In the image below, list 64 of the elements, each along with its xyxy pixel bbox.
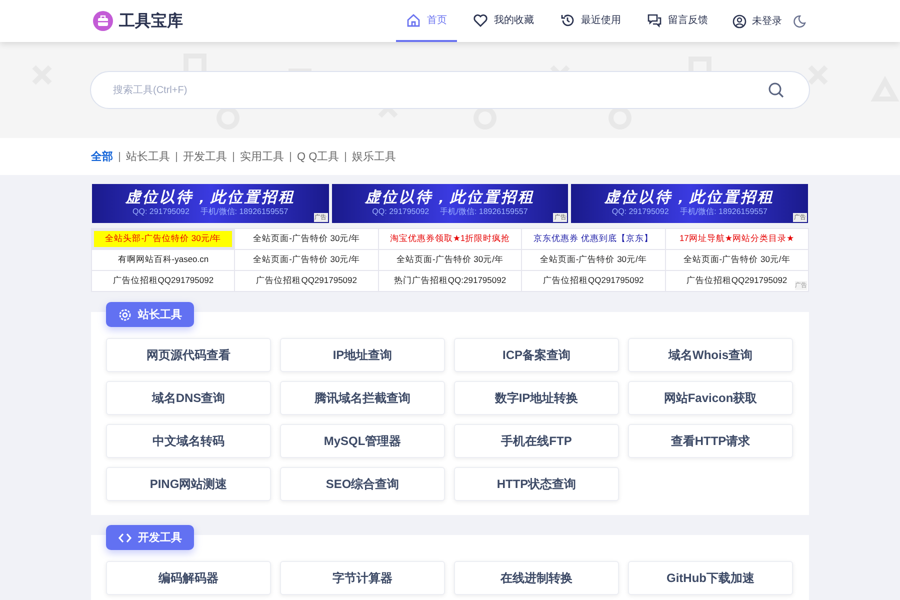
- tool-button[interactable]: 查看HTTP请求: [628, 424, 793, 458]
- tool-button[interactable]: 字节计算器: [280, 561, 445, 595]
- search-icon: [768, 82, 784, 98]
- tool-button[interactable]: IP地址查询: [280, 338, 445, 372]
- text-ad-link[interactable]: 京东优惠券 优惠到底【京东】: [534, 233, 654, 245]
- text-ad-link[interactable]: 全站页面-广告特价 30元/年: [396, 254, 504, 266]
- tool-button[interactable]: 编码解码器: [106, 561, 271, 595]
- user-icon: [732, 14, 747, 28]
- tool-button[interactable]: 域名Whois查询: [628, 338, 793, 372]
- tool-button[interactable]: 域名DNS查询: [106, 381, 271, 415]
- category-link[interactable]: 娱乐工具: [345, 152, 396, 162]
- tool-button[interactable]: 数字IP地址转换: [454, 381, 619, 415]
- tool-button[interactable]: 手机在线FTP: [454, 424, 619, 458]
- nav-tab[interactable]: 留言反馈: [637, 0, 718, 42]
- section-tag: 站长工具: [106, 302, 194, 327]
- text-ad-link[interactable]: 全站页面-广告特价 30元/年: [253, 254, 360, 266]
- text-ad-link[interactable]: 有啊网站百科-yaseo.cn: [118, 254, 209, 266]
- search-field[interactable]: 搜索工具(Ctrl+F): [90, 71, 810, 109]
- gear-icon: [118, 308, 132, 322]
- tool-button[interactable]: SEO综合查询: [280, 467, 445, 501]
- tool-button[interactable]: 网站Favicon获取: [628, 381, 793, 415]
- login-link[interactable]: 未登录: [732, 14, 782, 28]
- category-link[interactable]: 开发工具: [176, 152, 227, 162]
- moon-icon[interactable]: [792, 14, 807, 28]
- tool-button[interactable]: HTTP状态查询: [454, 467, 619, 501]
- tool-button[interactable]: 在线进制转换: [454, 561, 619, 595]
- category-link[interactable]: Q Q工具: [290, 152, 340, 162]
- section-tag: 开发工具: [106, 525, 194, 550]
- banner-headline: 虚位以待，此位置招租: [365, 189, 535, 206]
- text-ad-link[interactable]: 广告位招租QQ291795092: [256, 275, 357, 287]
- tool-button[interactable]: 网页源代码查看: [106, 338, 271, 372]
- home-icon: [406, 12, 421, 28]
- site-logo-text[interactable]: 工具宝库: [119, 10, 183, 32]
- text-ad-link[interactable]: 全站页面-广告特价 30元/年: [683, 254, 790, 266]
- nav-tab[interactable]: 最近使用: [550, 0, 631, 42]
- tool-button[interactable]: 腾讯域名拦截查询: [280, 381, 445, 415]
- banner-headline: 虚位以待，此位置招租: [604, 189, 775, 206]
- toolbox-icon: [93, 11, 113, 31]
- text-ad-link[interactable]: 全站页面-广告特价 30元/年: [540, 254, 647, 266]
- tool-button[interactable]: 中文域名转码: [106, 424, 271, 458]
- tool-button[interactable]: GitHub下载加速: [628, 561, 793, 595]
- tool-button[interactable]: ICP备案查询: [454, 338, 619, 372]
- text-ad-link[interactable]: 广告位招租QQ291795092: [112, 275, 214, 287]
- history-icon: [560, 12, 575, 28]
- banner-contact: QQ: 291795092 手机/微信: 18926159557: [612, 206, 768, 218]
- text-ad-link[interactable]: 广告位招租QQ291795092: [686, 275, 788, 287]
- heart-icon: [473, 12, 488, 28]
- text-ad-link[interactable]: 17网址导航★网站分类目录★: [679, 233, 794, 245]
- code-icon: [118, 530, 132, 544]
- tool-button[interactable]: PING网站测速: [106, 467, 271, 501]
- chat-icon: [647, 12, 662, 28]
- category-link[interactable]: 全部: [91, 149, 113, 164]
- text-ad-link[interactable]: 全站页面-广告特价 30元/年: [253, 233, 360, 245]
- banner-contact: QQ: 291795092 手机/微信: 18926159557: [372, 206, 528, 218]
- text-ad-link[interactable]: 热门广告招租QQ:291795092: [394, 275, 506, 287]
- nav-tab[interactable]: 我的收藏: [463, 0, 544, 42]
- tool-button[interactable]: MySQL管理器: [280, 424, 445, 458]
- category-link[interactable]: 站长工具: [119, 152, 170, 162]
- text-ad-link[interactable]: 广告位招租QQ291795092: [543, 275, 644, 287]
- banner-headline: 虚位以待，此位置招租: [125, 189, 296, 206]
- banner-contact: QQ: 291795092 手机/微信: 18926159557: [132, 206, 288, 218]
- text-ad-link[interactable]: 淘宝优惠券领取★1折限时疯抢: [390, 233, 510, 245]
- category-link[interactable]: 实用工具: [233, 152, 284, 162]
- text-ad-link[interactable]: 全站头部-广告位特价 30元/年: [105, 233, 222, 245]
